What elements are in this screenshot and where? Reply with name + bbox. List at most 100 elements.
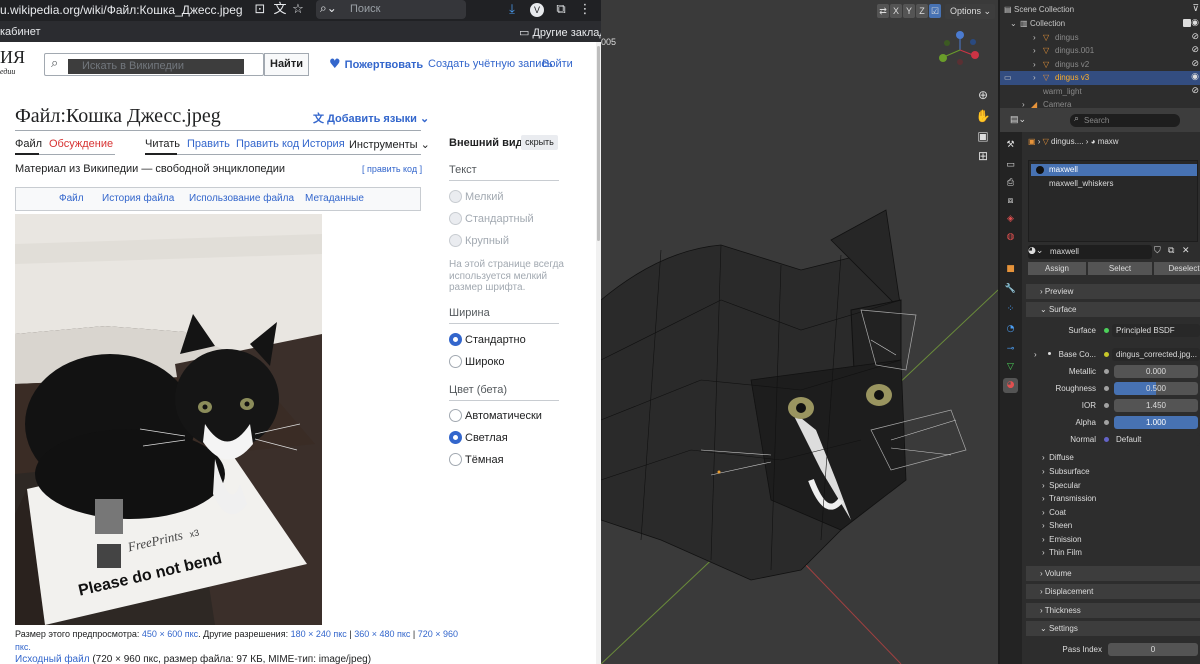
subpanel-sheen[interactable]: › Sheen <box>1042 521 1072 530</box>
subpanel-diffuse[interactable]: › Diffuse <box>1042 453 1074 462</box>
wiki-search-input[interactable]: ⌕ Искать в Википедии <box>44 53 264 76</box>
scene-icon[interactable]: ◈ <box>1003 212 1018 227</box>
res-link-360[interactable]: 360 × 480 пкс <box>354 629 410 639</box>
select-button[interactable]: Select <box>1088 262 1152 275</box>
material-icon[interactable]: ◕ <box>1003 378 1018 393</box>
eye-hidden-icon[interactable]: ⊘ <box>1191 45 1199 55</box>
properties-search[interactable]: Search <box>1070 114 1180 127</box>
collection-checkbox[interactable] <box>1183 19 1191 27</box>
star-icon[interactable]: ☆ <box>290 2 306 18</box>
outliner-collection[interactable]: ⌄ ▥ Collection ◉ <box>1000 17 1200 31</box>
outliner-item[interactable]: › ▽ dingus.001 ⊘ <box>1000 44 1200 58</box>
outliner-item-selected[interactable]: ▭ › ▽ dingus v3 ◉ <box>1000 71 1200 85</box>
file-tab-usage[interactable]: Использование файла <box>189 193 294 204</box>
search-button[interactable]: Найти <box>264 53 309 76</box>
editor-type-icon[interactable]: ▤⌄ <box>1010 114 1026 125</box>
eye-hidden-icon[interactable]: ⊘ <box>1191 86 1199 96</box>
bookmark-item[interactable]: кабинет <box>0 26 40 38</box>
outliner-item[interactable]: warm_light ⊘ <box>1000 85 1200 99</box>
render-icon[interactable]: ▭ <box>1003 158 1018 173</box>
pass-index-field[interactable]: 0 <box>1108 643 1198 656</box>
zoom-icon[interactable]: ⊕ <box>973 85 993 105</box>
subpanel-coat[interactable]: › Coat <box>1042 508 1066 517</box>
material-name-field[interactable]: maxwell <box>1028 245 1152 259</box>
tab-talk[interactable]: Обсуждение <box>49 138 113 150</box>
material-browse-icon[interactable]: ◕⌄ <box>1028 246 1043 256</box>
normal-field[interactable]: Default <box>1112 433 1200 446</box>
constraints-icon[interactable]: ⊸ <box>1003 342 1018 357</box>
add-languages-button[interactable]: 文 Добавить языки ⌄ <box>313 110 429 126</box>
axis-z-toggle[interactable]: Z <box>916 4 928 18</box>
radio-color-light[interactable] <box>449 431 462 444</box>
radio-color-auto[interactable] <box>449 409 462 422</box>
perspective-grid-icon[interactable]: ⊞ <box>973 146 993 166</box>
panel-thickness[interactable]: › Thickness <box>1026 603 1200 618</box>
res-link-180[interactable]: 180 × 240 пкс <box>291 629 347 639</box>
source-file-link[interactable]: Исходный файл <box>15 654 90 664</box>
view-layer-icon[interactable]: ⧈ <box>1003 194 1018 209</box>
hide-button[interactable]: скрыть <box>521 135 558 150</box>
expand-icon[interactable]: › <box>1034 350 1037 359</box>
menu-icon[interactable]: ⋮ <box>577 2 593 18</box>
profile-avatar[interactable]: V <box>530 3 544 17</box>
install-icon[interactable]: ⊡ <box>252 2 268 18</box>
download-icon[interactable]: ⤓ <box>504 2 520 18</box>
mirror-toggle-icon[interactable]: ⇄ <box>877 4 889 18</box>
radio-color-dark[interactable] <box>449 453 462 466</box>
material-slot[interactable]: maxwell <box>1031 164 1197 176</box>
alpha-slider[interactable]: 1.000 <box>1114 416 1198 429</box>
wikipedia-logo[interactable]: ИЯ <box>0 47 25 68</box>
axis-x-toggle[interactable]: X <box>890 4 902 18</box>
other-bookmarks[interactable]: ▭ Другие закладки <box>519 26 601 39</box>
object-icon[interactable]: ■ <box>1003 262 1018 277</box>
camera-view-icon[interactable]: ▣ <box>973 126 993 146</box>
panel-surface[interactable]: ⌄ Surface <box>1026 302 1200 317</box>
surface-shader-field[interactable]: Principled BSDF <box>1112 324 1200 337</box>
options-dropdown[interactable]: Options ⌄ <box>945 4 995 19</box>
eye-hidden-icon[interactable]: ⊘ <box>1191 32 1199 42</box>
close-icon[interactable]: ✕ <box>1182 246 1190 256</box>
radio-width-wide[interactable] <box>449 355 462 368</box>
donate-link[interactable]: ♥ Пожертвовать <box>329 57 423 72</box>
panel-volume[interactable]: › Volume <box>1026 566 1200 581</box>
radio-large[interactable] <box>449 234 462 247</box>
material-slot[interactable]: maxwell_whiskers <box>1031 178 1197 190</box>
material-slot-list[interactable]: maxwell maxwell_whiskers <box>1028 160 1198 242</box>
outliner-item[interactable]: › ▽ dingus v2 ⊘ <box>1000 58 1200 72</box>
edit-code-link[interactable]: [ править код ] <box>362 164 422 174</box>
auto-merge-icon[interactable]: ☑ <box>929 4 941 18</box>
subpanel-transmission[interactable]: › Transmission <box>1042 494 1096 503</box>
panel-displacement[interactable]: › Displacement <box>1026 584 1200 599</box>
login-link[interactable]: Войти <box>542 58 573 70</box>
tab-history[interactable]: История <box>302 138 345 150</box>
tool-icon[interactable]: ⚒ <box>1003 138 1018 153</box>
extensions-icon[interactable]: ⧉ <box>553 2 569 18</box>
pan-hand-icon[interactable]: ✋ <box>973 106 993 126</box>
res-link-720[interactable]: 720 × 960 <box>418 629 458 639</box>
preview-size-link[interactable]: 450 × 600 пкс <box>142 629 198 639</box>
radio-width-standard[interactable] <box>449 333 462 346</box>
file-tab-metadata[interactable]: Метаданные <box>305 193 364 204</box>
data-icon[interactable]: ▽ <box>1003 360 1018 375</box>
physics-icon[interactable]: ◔ <box>1003 322 1018 337</box>
deselect-button[interactable]: Deselect <box>1154 262 1200 275</box>
tab-file[interactable]: Файл <box>15 138 42 150</box>
create-account-link[interactable]: Создать учётную запись <box>428 58 553 70</box>
fake-user-icon[interactable]: ⛉ <box>1154 246 1161 256</box>
filter-icon[interactable]: ⊽ <box>1192 4 1199 14</box>
outliner-scene-collection[interactable]: ▤ Scene Collection ⊽ <box>1000 3 1200 17</box>
subpanel-subsurface[interactable]: › Subsurface <box>1042 467 1090 476</box>
url-field[interactable]: u.wikipedia.org/wiki/Файл:Кошка_Джесс.jp… <box>0 3 243 17</box>
eye-icon[interactable]: ◉ <box>1191 18 1199 28</box>
file-tab-history[interactable]: История файла <box>102 193 174 204</box>
subpanel-thin-film[interactable]: › Thin Film <box>1042 548 1082 557</box>
base-color-texture-field[interactable]: dingus_corrected.jpg... <box>1112 348 1200 361</box>
subpanel-emission[interactable]: › Emission <box>1042 535 1082 544</box>
browser-search[interactable]: ⌕⌄ Поиск <box>316 0 466 19</box>
panel-settings[interactable]: ⌄ Settings <box>1026 621 1200 636</box>
page-scrollbar-thumb[interactable] <box>597 46 600 241</box>
tab-edit-source[interactable]: Править код <box>236 138 299 150</box>
file-tab-file[interactable]: Файл <box>59 193 84 204</box>
eye-hidden-icon[interactable]: ⊘ <box>1191 59 1199 69</box>
tab-edit[interactable]: Править <box>187 138 230 150</box>
